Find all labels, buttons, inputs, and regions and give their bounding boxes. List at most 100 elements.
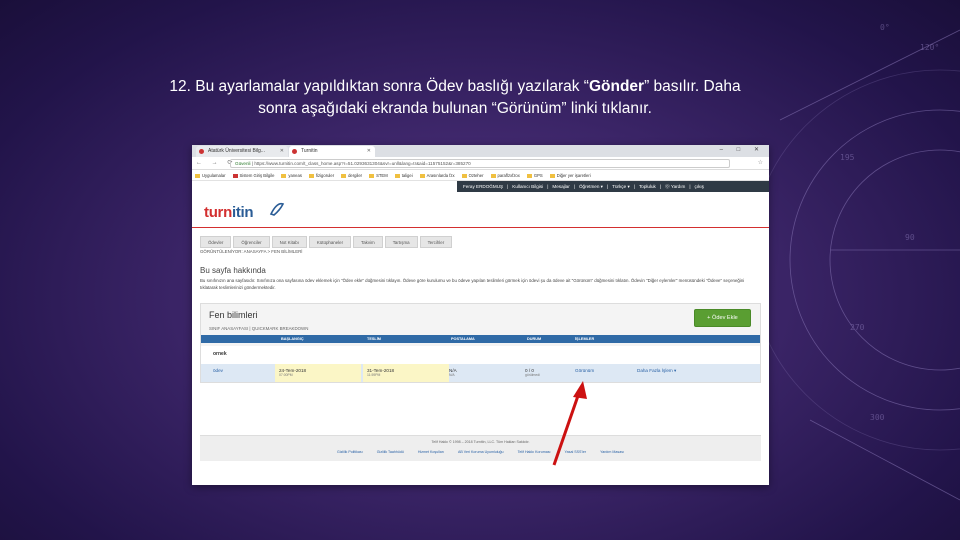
assignment-table-header: BAŞLANGIÇ TESLİM POSTALAMA DURUM İŞLEMLE… bbox=[201, 335, 760, 343]
turnitin-top-bar: Feray ERDOĞMUŞ | Kullanıcı Bilgisi | Mesajla… bbox=[192, 181, 769, 192]
window-controls[interactable]: – □ ✕ bbox=[720, 145, 765, 156]
user-menu-item[interactable]: Öğretmen ▾ bbox=[579, 184, 603, 189]
user-menu-item[interactable]: ⓪ Yardım bbox=[665, 184, 685, 189]
nav-tab[interactable]: Öğrenciler bbox=[233, 236, 270, 248]
bookmark-item[interactable]: taligei bbox=[394, 170, 413, 180]
user-menu-item[interactable]: Feray ERDOĞMUŞ bbox=[463, 184, 503, 189]
folder-icon bbox=[281, 173, 287, 178]
footer-link[interactable]: Hizmet Koşulları bbox=[418, 450, 444, 454]
bookmark-star-icon[interactable]: ☆ bbox=[758, 159, 763, 166]
nav-tab[interactable]: Ödevler bbox=[200, 236, 232, 248]
tab-close-icon[interactable]: ✕ bbox=[367, 146, 371, 157]
nav-tab[interactable]: Tartışma bbox=[384, 236, 418, 248]
footer-link[interactable]: Telif Hakkı Koruması bbox=[518, 450, 551, 454]
post-date-cell: N/A N/A bbox=[449, 368, 457, 377]
folder-icon bbox=[195, 173, 200, 178]
bookmark-item[interactable]: Diğer yer işaretleri bbox=[549, 170, 591, 180]
bookmark-favicon-icon bbox=[232, 173, 238, 178]
due-date-cell: 31-Tem-2018 11:59PM bbox=[363, 364, 449, 382]
browser-tab-bar: Atatürk Üniversitesi Bilg... ✕ Turnitin ✕ … bbox=[192, 145, 769, 157]
bookmark-item[interactable]: yaneas bbox=[281, 170, 302, 180]
class-section-row: ornek bbox=[201, 346, 760, 364]
menu-divider: | bbox=[689, 184, 691, 189]
caption-line1-start: 12. Bu ayarlamalar yapıldıktan sonra Öde… bbox=[169, 78, 589, 95]
url-input[interactable]: Güvenli | https://www.turnitin.com/t_cla… bbox=[230, 159, 730, 168]
nav-tab[interactable]: Takvim bbox=[353, 236, 383, 248]
svg-text:90: 90 bbox=[905, 233, 915, 242]
tab-favicon-icon bbox=[292, 149, 297, 154]
folder-icon bbox=[549, 173, 555, 178]
page-footer: Telif Hakkı © 1998 – 2018 Turnitin, LLC.… bbox=[200, 435, 761, 461]
bookmark-item[interactable]: Ozteher bbox=[461, 170, 484, 180]
bookmark-item[interactable]: Arasınlarda fzx bbox=[419, 170, 455, 180]
class-nav-tabs: Ödevler Öğrenciler Not Kitabı Kütüphaneler T… bbox=[200, 231, 454, 248]
nav-tab[interactable]: Kütüphaneler bbox=[308, 236, 352, 248]
menu-divider: | bbox=[547, 184, 549, 189]
menu-divider: | bbox=[633, 184, 635, 189]
start-date-cell: 24-Tem-2018 07:00PM bbox=[275, 364, 361, 382]
nav-tab[interactable]: Not Kitabı bbox=[271, 236, 307, 248]
footer-link[interactable]: Gizlilik Taahhüdü bbox=[377, 450, 404, 454]
folder-icon bbox=[308, 173, 314, 178]
about-text: Bu sınıfınızın ana sayfasıdır. Sınıfınız… bbox=[200, 278, 745, 290]
caption-line1-end: ” basılır. Daha bbox=[644, 78, 741, 95]
svg-text:120°: 120° bbox=[920, 43, 939, 52]
section-label: ornek bbox=[213, 351, 227, 357]
breadcrumb: GÖRÜNTÜLENİYOR: ANASAYFA > FEN BİLİMLERİ bbox=[200, 249, 303, 254]
tab-favicon-icon bbox=[199, 149, 204, 154]
view-link[interactable]: Görünüm bbox=[575, 364, 594, 382]
nav-tab[interactable]: Tercihler bbox=[419, 236, 453, 248]
class-subnav[interactable]: SINIF ANASAYFASI | QUICKMARK BREAKDOWN bbox=[209, 326, 308, 331]
footer-link[interactable]: Yardım Masası bbox=[600, 450, 624, 454]
browser-tab-ataturk[interactable]: Atatürk Üniversitesi Bilg... ✕ bbox=[196, 146, 288, 157]
add-assignment-button[interactable]: + Ödev Ekle bbox=[694, 309, 751, 327]
user-menu-item[interactable]: Türkçe ▾ bbox=[612, 184, 630, 189]
bookmarks-bar: Uygulamalar Sistem Giriş Bilgile yaneas fiz… bbox=[192, 170, 769, 181]
browser-tab-turnitin[interactable]: Turnitin ✕ bbox=[289, 146, 375, 157]
col-status: DURUM bbox=[527, 337, 542, 341]
svg-text:300: 300 bbox=[870, 413, 885, 422]
menu-divider: | bbox=[659, 184, 662, 189]
turnitin-logo-mark-icon bbox=[269, 202, 285, 216]
turnitin-header: turnitin bbox=[192, 192, 769, 228]
slide-caption: 12. Bu ayarlamalar yapıldıktan sonra Öde… bbox=[150, 76, 760, 120]
folder-icon bbox=[369, 173, 375, 178]
menu-divider: | bbox=[606, 184, 609, 189]
bookmark-item[interactable]: GPS bbox=[526, 170, 543, 180]
folder-icon bbox=[526, 173, 532, 178]
bookmark-item[interactable]: STEM bbox=[369, 170, 388, 180]
user-menu-item[interactable]: çıkış bbox=[695, 184, 704, 189]
user-menu-item[interactable]: Kullanıcı Bilgisi bbox=[512, 184, 543, 189]
col-actions: İŞLEMLER bbox=[575, 337, 595, 341]
folder-icon bbox=[419, 173, 425, 178]
bookmark-item[interactable]: fizigoruler bbox=[308, 170, 334, 180]
svg-text:270: 270 bbox=[850, 323, 865, 332]
bookmark-item[interactable]: Sistem Giriş Bilgile bbox=[232, 170, 274, 180]
user-menu-item[interactable]: Mesajlar bbox=[552, 184, 569, 189]
tab-close-icon[interactable]: ✕ bbox=[280, 146, 284, 157]
copyright-text: Telif Hakkı © 1998 – 2018 Turnitin, LLC.… bbox=[431, 440, 530, 444]
about-title: Bu sayfa hakkında bbox=[200, 266, 266, 275]
bookmark-item[interactable]: Uygulamalar bbox=[195, 170, 226, 180]
footer-links: Gizlilik Politikası Gizlilik Taahhüdü Hizm… bbox=[200, 450, 761, 454]
status-cell: 0 / 0 görülmedi bbox=[525, 368, 540, 377]
bookmark-item[interactable]: dergiler bbox=[341, 170, 362, 180]
footer-link[interactable]: Gizlilik Politikası bbox=[337, 450, 363, 454]
col-start: BAŞLANGIÇ bbox=[281, 337, 304, 341]
assignment-name[interactable]: ödev bbox=[213, 364, 223, 382]
class-panel: Fen bilimleri SINIF ANASAYFASI | QUICKMA… bbox=[200, 303, 761, 383]
folder-icon bbox=[490, 173, 496, 178]
menu-divider: | bbox=[507, 184, 509, 189]
user-menu-strip: Feray ERDOĞMUŞ | Kullanıcı Bilgisi | Mesajla… bbox=[457, 181, 769, 192]
footer-link[interactable]: Yasal SSS'ler bbox=[565, 450, 587, 454]
caption-line2: sonra aşağıdaki ekranda bulunan “Görünüm… bbox=[258, 100, 652, 117]
bookmark-item[interactable]: paraflzxfzox bbox=[490, 170, 520, 180]
footer-link[interactable]: AB Veri Koruma Uyumluluğu bbox=[458, 450, 504, 454]
svg-text:0°: 0° bbox=[880, 23, 890, 32]
more-actions-menu[interactable]: Daha Fazla İşlem ▾ bbox=[637, 364, 676, 382]
menu-divider: | bbox=[573, 184, 575, 189]
folder-icon bbox=[394, 173, 400, 178]
turnitin-logo[interactable]: turnitin bbox=[204, 204, 254, 221]
user-menu-item[interactable]: Topluluk bbox=[639, 184, 656, 189]
secure-label: Güvenli bbox=[235, 161, 251, 166]
